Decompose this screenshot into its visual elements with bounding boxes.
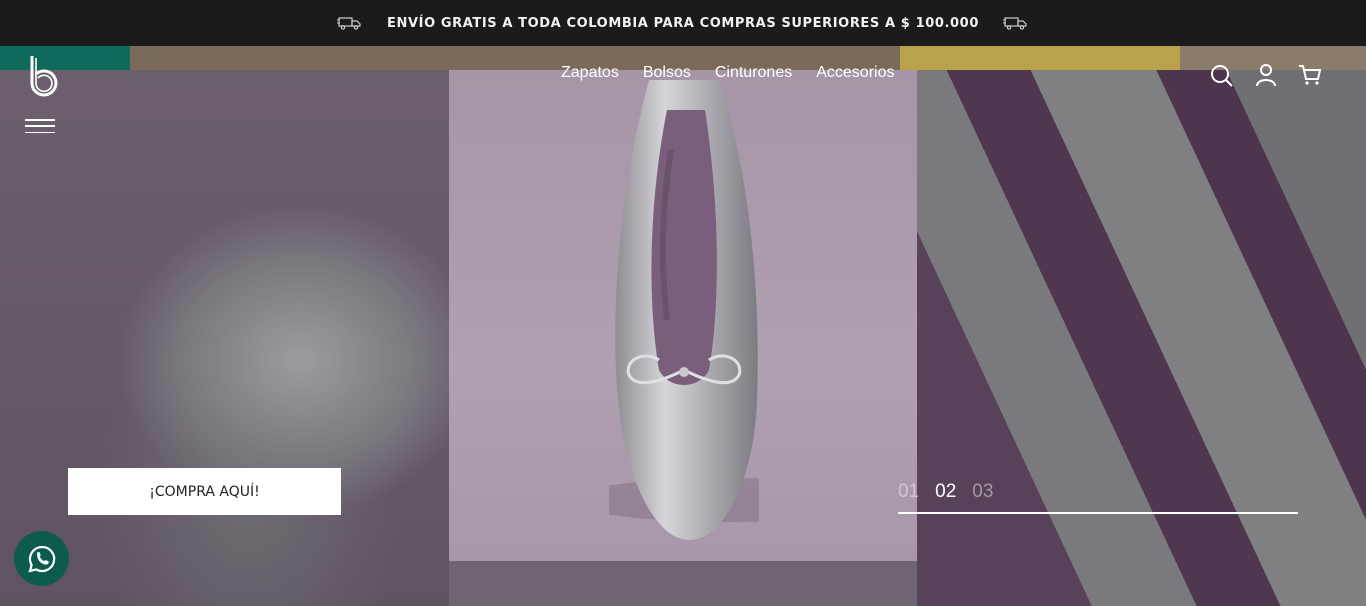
nav-item-accesorios[interactable]: Accesorios	[816, 64, 894, 82]
cart-icon[interactable]	[1298, 62, 1322, 88]
brand-logo[interactable]	[26, 54, 58, 100]
hero-left-image	[0, 70, 449, 606]
ballet-flat-image	[609, 80, 759, 540]
slide-pagination: 01 02 03	[898, 481, 993, 503]
hamburger-menu-icon[interactable]	[25, 119, 55, 133]
slide-indicator-3[interactable]: 03	[972, 481, 993, 503]
slide-indicator-2[interactable]: 02	[935, 481, 956, 503]
whatsapp-button[interactable]	[14, 531, 69, 586]
nav-item-bolsos[interactable]: Bolsos	[643, 64, 691, 82]
hero-right-image	[917, 70, 1366, 606]
truck-icon	[1002, 17, 1027, 30]
whatsapp-icon	[27, 545, 55, 573]
main-navigation: Zapatos Bolsos Cinturones Accesorios	[561, 64, 894, 82]
slide-indicator-1[interactable]: 01	[898, 481, 919, 503]
announcement-text: ENVÍO GRATIS A TODA COLOMBIA PARA COMPRA…	[387, 15, 979, 31]
nav-item-zapatos[interactable]: Zapatos	[561, 64, 619, 82]
hero-banner	[0, 46, 1366, 606]
shop-now-button[interactable]: ¡COMPRA AQUÍ!	[68, 468, 341, 515]
nav-item-cinturones[interactable]: Cinturones	[715, 64, 792, 82]
user-icon[interactable]	[1254, 62, 1278, 88]
search-icon[interactable]	[1210, 62, 1234, 88]
announcement-bar: ENVÍO GRATIS A TODA COLOMBIA PARA COMPRA…	[0, 0, 1366, 46]
truck-icon	[337, 17, 361, 30]
header-icons	[1210, 62, 1322, 88]
hero-center-image	[449, 70, 917, 561]
slide-progress-line	[898, 512, 1298, 514]
